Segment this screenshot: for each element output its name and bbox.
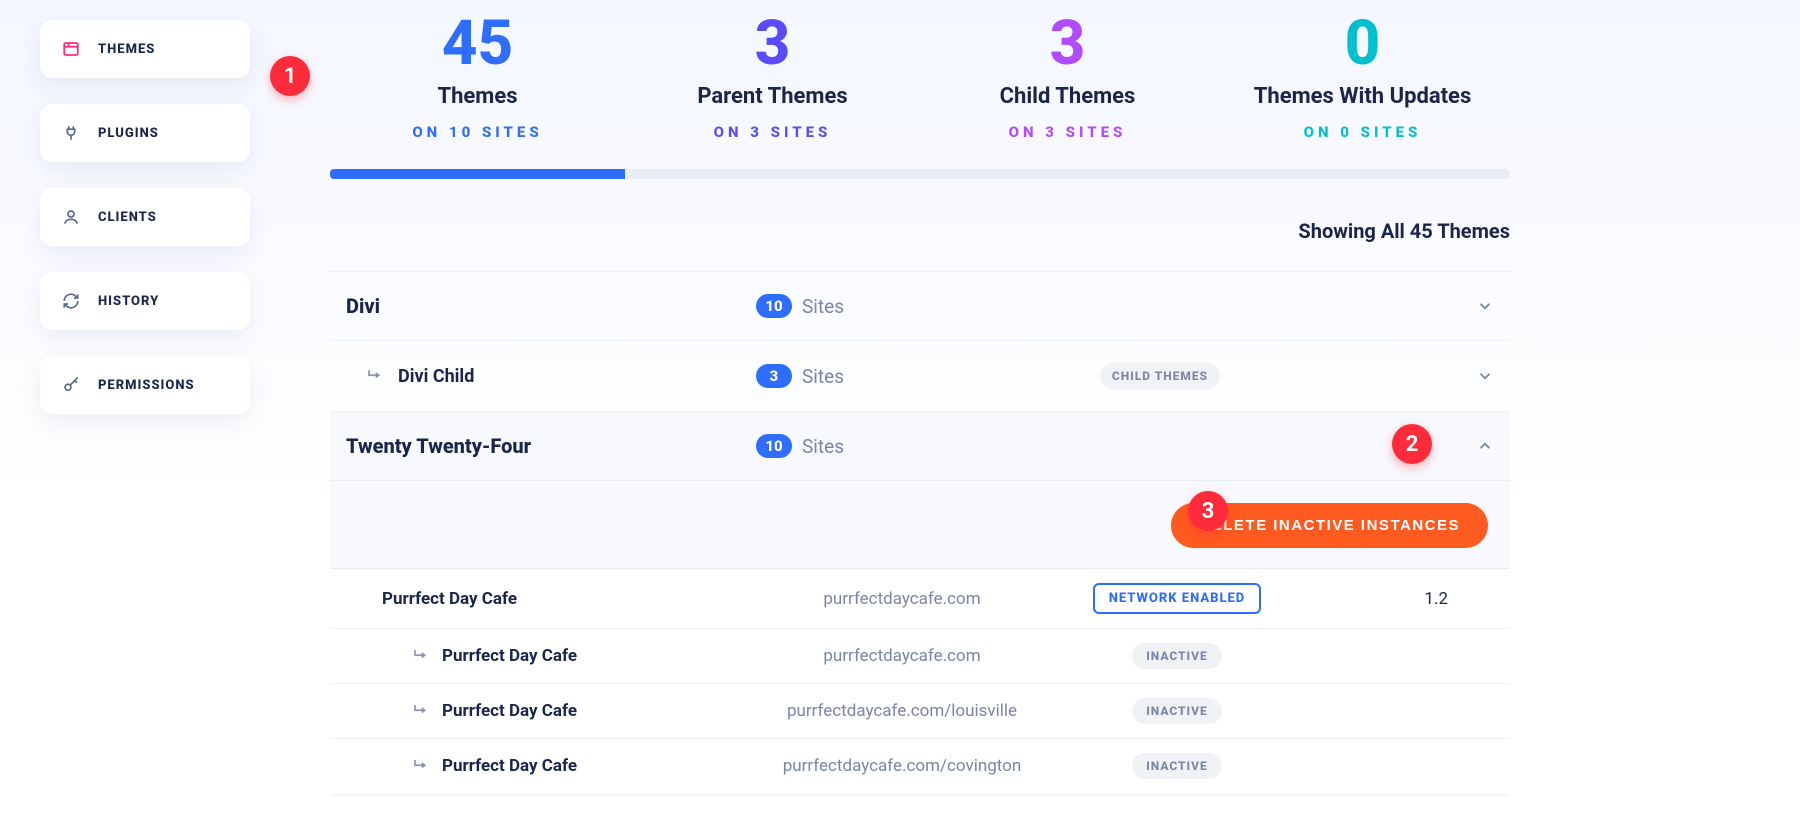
stat-title: Child Themes: [920, 84, 1215, 109]
site-count-pill: 10: [756, 434, 792, 458]
annotation-badge-2: 2: [1392, 424, 1432, 464]
sites-label: Sites: [802, 295, 844, 318]
stat-updates[interactable]: 0 Themes With Updates ON 0 SITES: [1215, 10, 1510, 141]
sites-label: Sites: [802, 365, 844, 388]
sidebar-item-label: PERMISSIONS: [98, 378, 195, 393]
status-inactive: INACTIVE: [1132, 753, 1222, 779]
site-row[interactable]: Purrfect Day Cafe purrfectdaycafe.com NE…: [330, 569, 1510, 629]
theme-row-tt4[interactable]: Twenty Twenty-Four 10 Sites: [330, 412, 1510, 481]
key-icon: [62, 376, 80, 394]
sidebar-item-label: HISTORY: [98, 294, 159, 309]
chevron-down-icon[interactable]: [1476, 297, 1494, 315]
theme-name: Twenty Twenty-Four: [346, 434, 531, 458]
nest-arrow-icon: [412, 647, 430, 665]
site-url: purrfectdaycafe.com: [742, 646, 1062, 666]
theme-name: Divi Child: [398, 366, 474, 387]
site-url: purrfectdaycafe.com: [742, 589, 1062, 609]
action-row: 3 DELETE INACTIVE INSTANCES: [330, 481, 1510, 569]
child-themes-tag: CHILD THEMES: [1100, 363, 1220, 389]
theme-row-divi[interactable]: Divi 10 Sites: [330, 272, 1510, 341]
chevron-up-icon[interactable]: [1476, 437, 1494, 455]
stat-title: Parent Themes: [625, 84, 920, 109]
stat-number: 3: [625, 10, 920, 78]
main-content: 45 Themes ON 10 SITES 3 Parent Themes ON…: [330, 10, 1510, 797]
nest-arrow-icon: [412, 702, 430, 720]
sidebar: THEMES PLUGINS CLIENTS HISTORY PERMISSIO…: [40, 20, 250, 414]
annotation-badge-1: 1: [270, 56, 310, 96]
sidebar-item-label: CLIENTS: [98, 210, 157, 225]
chevron-down-icon[interactable]: [1476, 367, 1494, 385]
status-inactive: INACTIVE: [1132, 643, 1222, 669]
stat-title: Themes With Updates: [1215, 84, 1510, 109]
status-inactive: INACTIVE: [1132, 698, 1222, 724]
theme-row-divi-child[interactable]: Divi Child 3 Sites CHILD THEMES: [330, 341, 1510, 412]
nest-arrow-icon: [366, 367, 384, 385]
progress-bar: [330, 169, 1510, 179]
showing-text: Showing All 45 Themes: [330, 219, 1510, 243]
nest-arrow-icon: [412, 757, 430, 775]
user-icon: [62, 208, 80, 226]
site-name: Purrfect Day Cafe: [442, 646, 577, 666]
theme-name: Divi: [346, 294, 380, 318]
stat-subtitle: ON 3 SITES: [920, 123, 1215, 141]
stat-parent-themes[interactable]: 3 Parent Themes ON 3 SITES: [625, 10, 920, 141]
theme-expanded-tt4: Twenty Twenty-Four 10 Sites 2 3 DELETE I…: [330, 412, 1510, 797]
site-count-pill: 10: [756, 294, 792, 318]
status-network-enabled: NETWORK ENABLED: [1093, 583, 1262, 614]
plug-icon: [62, 124, 80, 142]
stat-number: 3: [920, 10, 1215, 78]
sidebar-item-themes[interactable]: THEMES: [40, 20, 250, 78]
sidebar-item-permissions[interactable]: PERMISSIONS: [40, 356, 250, 414]
refresh-icon: [62, 292, 80, 310]
sidebar-item-label: THEMES: [98, 42, 155, 57]
sites-label: Sites: [802, 435, 844, 458]
stat-subtitle: ON 3 SITES: [625, 123, 920, 141]
annotation-badge-3: 3: [1188, 491, 1228, 531]
stat-subtitle: ON 0 SITES: [1215, 123, 1510, 141]
progress-fill: [330, 169, 625, 179]
stat-child-themes[interactable]: 3 Child Themes ON 3 SITES: [920, 10, 1215, 141]
sidebar-item-clients[interactable]: CLIENTS: [40, 188, 250, 246]
site-name: Purrfect Day Cafe: [382, 589, 517, 609]
site-row[interactable]: Purrfect Day Cafe purrfectdaycafe.com/lo…: [330, 684, 1510, 739]
site-count-pill: 3: [756, 364, 792, 388]
site-name: Purrfect Day Cafe: [442, 756, 577, 776]
stat-number: 45: [330, 10, 625, 78]
stat-themes[interactable]: 45 Themes ON 10 SITES: [330, 10, 625, 141]
site-version: 1.2: [1292, 589, 1488, 609]
window-icon: [62, 40, 80, 58]
site-url: purrfectdaycafe.com/covington: [742, 756, 1062, 776]
stat-subtitle: ON 10 SITES: [330, 123, 625, 141]
stat-title: Themes: [330, 84, 625, 109]
site-url: purrfectdaycafe.com/louisville: [742, 701, 1062, 721]
stat-number: 0: [1215, 10, 1510, 78]
site-name: Purrfect Day Cafe: [442, 701, 577, 721]
site-row[interactable]: Purrfect Day Cafe purrfectdaycafe.com/co…: [330, 739, 1510, 793]
site-row[interactable]: Purrfect Day Cafe purrfectdaycafe.com IN…: [330, 629, 1510, 684]
sidebar-item-label: PLUGINS: [98, 126, 159, 141]
sidebar-item-history[interactable]: HISTORY: [40, 272, 250, 330]
stats-row: 45 Themes ON 10 SITES 3 Parent Themes ON…: [330, 10, 1510, 141]
sidebar-item-plugins[interactable]: PLUGINS: [40, 104, 250, 162]
